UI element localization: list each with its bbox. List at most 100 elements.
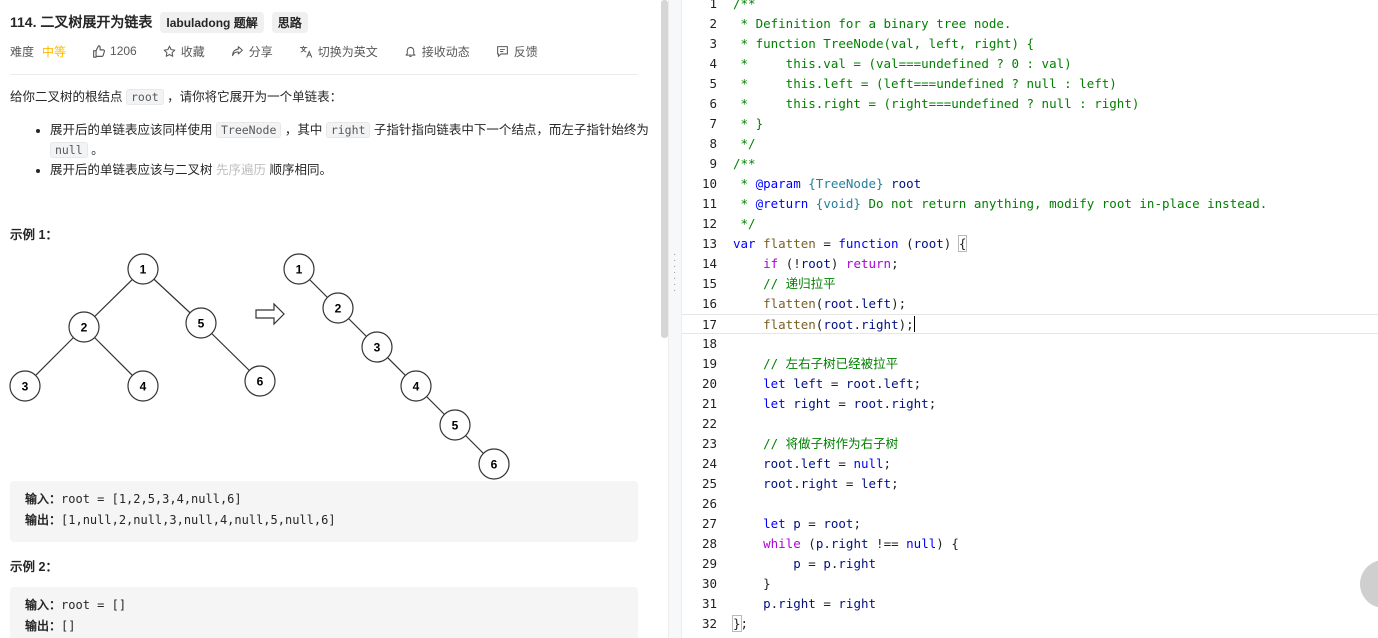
problem-title: 114. 二叉树展开为链表 xyxy=(10,14,153,30)
code-line[interactable]: 21 let right = root.right; xyxy=(682,394,1378,414)
code-line[interactable]: 30 } xyxy=(682,574,1378,594)
code-line[interactable]: 31 p.right = right xyxy=(682,594,1378,614)
feedback-button[interactable]: 反馈 xyxy=(496,43,538,60)
description-bullets: 展开后的单链表应该同样使用 TreeNode ，其中 right 子指针指向链表… xyxy=(10,120,650,180)
line-number: 7 xyxy=(709,116,717,131)
token: p xyxy=(763,596,771,611)
token: // 递归拉平 xyxy=(763,276,836,291)
code-text: flatten(root.right); xyxy=(763,316,915,332)
token: while xyxy=(763,536,801,551)
code-line[interactable]: 7 * } xyxy=(682,114,1378,134)
code-line[interactable]: 23 // 将做子树作为右子树 xyxy=(682,434,1378,454)
code-line[interactable]: 28 while (p.right !== null) { xyxy=(682,534,1378,554)
like-count: 1206 xyxy=(110,44,137,58)
description-paragraph: 给你二叉树的根结点 root ，请你将它展开为一个单链表： xyxy=(10,87,342,107)
collect-button[interactable]: 收藏 xyxy=(163,43,205,60)
line-number: 5 xyxy=(709,76,717,91)
collect-label: 收藏 xyxy=(180,44,205,59)
description-scrollbar[interactable] xyxy=(661,0,668,338)
notify-label: 接收动态 xyxy=(421,44,470,59)
code-line[interactable]: 14 if (!root) return; xyxy=(682,254,1378,274)
token: root xyxy=(823,317,854,332)
like-button[interactable]: 1206 xyxy=(92,44,137,58)
tag-idea[interactable]: 思路 xyxy=(271,11,308,33)
token: flatten xyxy=(763,317,816,332)
code-text: * this.val = (val===undefined ? 0 : val) xyxy=(733,56,1072,71)
token: root xyxy=(763,456,794,471)
token: right xyxy=(793,396,831,411)
tree-node-label: 5 xyxy=(452,419,459,433)
code-line[interactable]: 10 * @param {TreeNode} root xyxy=(682,174,1378,194)
token: right xyxy=(860,317,899,332)
code-line[interactable]: 2 * Definition for a binary tree node. xyxy=(682,14,1378,34)
code-line[interactable]: 24 root.left = null; xyxy=(682,454,1378,474)
token: null xyxy=(853,456,884,471)
token: let xyxy=(763,376,786,391)
tree-node: 3 xyxy=(361,331,393,363)
tag-labuladong-solution[interactable]: labuladong 题解 xyxy=(160,11,264,33)
code-line[interactable]: 6 * this.right = (right===undefined ? nu… xyxy=(682,94,1378,114)
code-line[interactable]: 18 xyxy=(682,334,1378,354)
switch-language-label: 切换为英文 xyxy=(317,44,378,59)
code-line[interactable]: 8 */ xyxy=(682,134,1378,154)
code-editor[interactable]: 1 /** 2 * Definition for a binary tree no… xyxy=(682,0,1378,638)
tree-node-label: 4 xyxy=(413,380,420,394)
example-2-io-block: 输入：root = [] 输出：[] xyxy=(10,587,638,638)
line-number: 20 xyxy=(701,376,717,391)
code-line[interactable]: 16 flatten(root.left); xyxy=(682,294,1378,314)
token: left xyxy=(860,476,892,491)
code-text: root.right = left; xyxy=(763,476,899,491)
code-line[interactable]: 29 p = p.right xyxy=(682,554,1378,574)
code-text: /** xyxy=(733,0,756,11)
code-line[interactable]: 15 // 递归拉平 xyxy=(682,274,1378,294)
thumbs-up-icon xyxy=(93,44,106,58)
line-number: 30 xyxy=(701,576,717,591)
tree-node-label: 5 xyxy=(198,317,205,331)
token: if xyxy=(763,256,779,271)
notify-button[interactable]: 接收动态 xyxy=(404,43,470,60)
token: left xyxy=(860,296,892,311)
share-button[interactable]: 分享 xyxy=(231,43,273,60)
input-value: root = [] xyxy=(61,598,127,612)
token: var xyxy=(733,236,756,251)
code-text: * this.left = (left===undefined ? null :… xyxy=(733,76,1117,91)
code-line[interactable]: 20 let left = root.left; xyxy=(682,374,1378,394)
token: * xyxy=(733,196,756,211)
code-line[interactable]: 32}; xyxy=(682,614,1378,634)
example-1-output: 输出：[1,null,2,null,3,null,4,null,5,null,6… xyxy=(25,510,623,531)
code-line[interactable]: 27 let p = root; xyxy=(682,514,1378,534)
code-line[interactable]: 13 var flatten = function (root) { xyxy=(682,234,1378,254)
example-1-input: 输入：root = [1,2,5,3,4,null,6] xyxy=(25,489,623,510)
code-line[interactable]: 19 // 左右子树已经被拉平 xyxy=(682,354,1378,374)
code-line[interactable]: 4 * this.val = (val===undefined ? 0 : va… xyxy=(682,54,1378,74)
tree-node: 1 xyxy=(127,253,159,285)
code-line[interactable]: 11 * @return {void} Do not return anythi… xyxy=(682,194,1378,214)
line-number: 21 xyxy=(701,396,717,411)
code-line[interactable]: 25 root.right = left; xyxy=(682,474,1378,494)
code-line[interactable]: 1 /** xyxy=(682,0,1378,14)
example-2-input: 输入：root = [] xyxy=(25,595,623,616)
code-line[interactable]: 12 */ xyxy=(682,214,1378,234)
inline-code-treenode: TreeNode xyxy=(215,122,282,138)
line-number: 31 xyxy=(701,596,717,611)
code-line[interactable]: 3 * function TreeNode(val, left, right) … xyxy=(682,34,1378,54)
tree-node: 5 xyxy=(185,307,217,339)
token: p xyxy=(823,556,831,571)
bullet-item: 展开后的单链表应该与二叉树 先序遍历 顺序相同。 xyxy=(50,160,650,180)
code-text: let left = root.left; xyxy=(763,376,922,391)
code-line-current[interactable]: 17 flatten(root.right); xyxy=(682,314,1378,334)
code-line[interactable]: 5 * this.left = (left===undefined ? null… xyxy=(682,74,1378,94)
preorder-link[interactable]: 先序遍历 xyxy=(216,163,266,177)
pane-splitter[interactable]: · · · · · · · xyxy=(668,0,682,638)
token: // 左右子树已经被拉平 xyxy=(763,356,899,371)
code-line[interactable]: 26 xyxy=(682,494,1378,514)
token: flatten xyxy=(763,236,816,251)
code-line[interactable]: 22 xyxy=(682,414,1378,434)
switch-language-button[interactable]: 切换为英文 xyxy=(299,43,378,60)
code-line[interactable]: 9 /** xyxy=(682,154,1378,174)
code-text: root.left = null; xyxy=(763,456,892,471)
desc-text: ，请你将它展开为一个单链表： xyxy=(163,90,343,104)
token: root xyxy=(823,296,854,311)
token: return xyxy=(845,256,892,271)
code-text: * @param {TreeNode} root xyxy=(733,174,922,194)
